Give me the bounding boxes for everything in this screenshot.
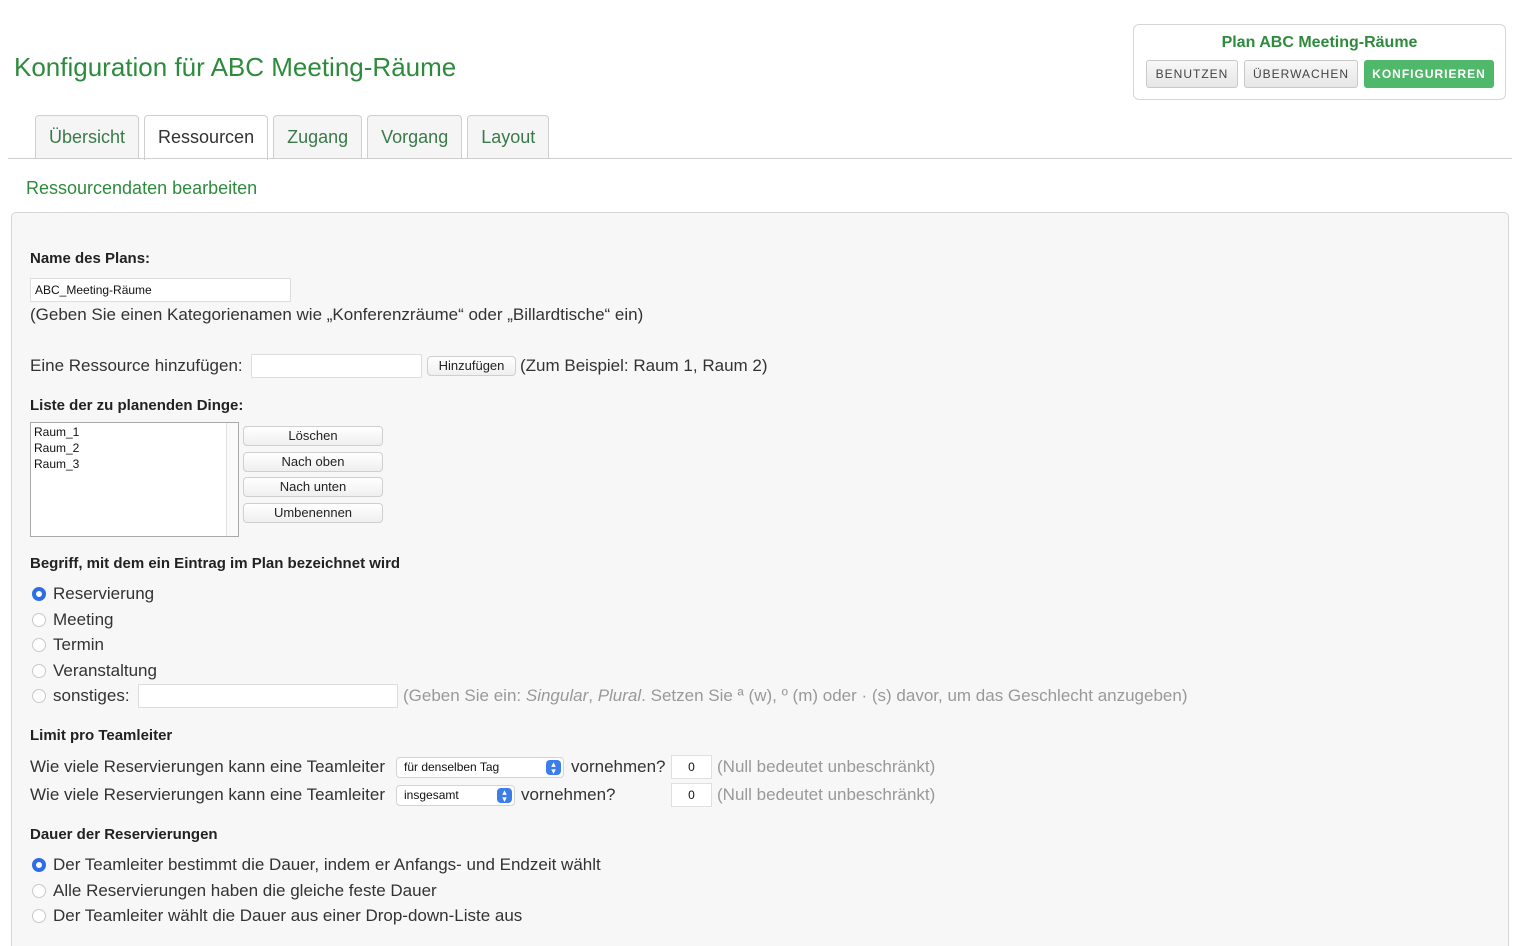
add-resource-hint: (Zum Beispiel: Raum 1, Raum 2) (520, 356, 768, 375)
duration-label: Dauer der Reservierungen (30, 826, 218, 843)
radio-label-duration-fixed: Alle Reservierungen haben die gleiche fe… (53, 881, 437, 900)
plan-mode-panel: Plan ABC Meeting-Räume BENUTZEN ÜBERWACH… (1133, 24, 1506, 100)
radio-reservierung[interactable] (32, 587, 46, 601)
limit-label: Limit pro Teamleiter (30, 727, 173, 744)
limit-day-hint: (Null bedeutet unbeschränkt) (717, 757, 936, 776)
radio-label-meeting: Meeting (53, 610, 114, 629)
resource-listbox[interactable]: Raum_1 Raum_2 Raum_3 (30, 422, 239, 537)
limit-row-day-suffix: vornehmen? (571, 757, 666, 776)
configure-mode-button[interactable]: KONFIGURIEREN (1364, 60, 1494, 88)
radio-label-reservierung: Reservierung (53, 584, 155, 603)
plan-title: Plan ABC Meeting-Räume (1221, 34, 1418, 51)
tab-ressourcen[interactable]: Ressourcen (144, 115, 269, 160)
radio-label-duration-start-end: Der Teamleiter bestimmt die Dauer, indem… (53, 855, 601, 874)
select-arrows-icon: ▴ ▾ (497, 788, 512, 804)
radio-duration-fixed[interactable] (32, 884, 46, 898)
delete-button[interactable]: Löschen (243, 426, 383, 446)
list-item[interactable]: Raum_3 (34, 456, 79, 472)
resource-list-label: Liste der zu planenden Dinge: (30, 397, 244, 414)
radio-label-duration-dropdown: Der Teamleiter wählt die Dauer aus einer… (53, 906, 523, 925)
radio-veranstaltung[interactable] (32, 664, 46, 678)
radio-label-termin: Termin (53, 635, 105, 654)
select-arrows-icon: ▴ ▾ (546, 760, 561, 776)
add-resource-button[interactable]: Hinzufügen (427, 356, 516, 376)
page-title: Konfiguration für ABC Meeting-Räume (14, 52, 457, 82)
limit-total-input[interactable]: 0 (671, 783, 712, 807)
add-resource-input[interactable] (251, 354, 422, 378)
entry-term-label: Begriff, mit dem ein Eintrag im Plan bez… (30, 555, 401, 572)
plan-name-input[interactable]: ABC_Meeting-Räume (30, 278, 291, 302)
tab-divider (8, 158, 1512, 159)
plan-name-label: Name des Plans: (30, 250, 151, 267)
list-item[interactable]: Raum_1 (34, 424, 79, 440)
tab-uebersicht[interactable]: Übersicht (35, 115, 140, 159)
limit-row-total-suffix: vornehmen? (521, 785, 616, 804)
radio-duration-dropdown[interactable] (32, 909, 46, 923)
add-resource-label: Eine Ressource hinzufügen: (30, 356, 243, 375)
other-term-hint: (Geben Sie ein: Singular, Plural. Setzen… (403, 686, 1188, 705)
limit-period-select-day[interactable]: für denselben Tag ▴ ▾ (396, 757, 564, 778)
limit-total-hint: (Null bedeutet unbeschränkt) (717, 785, 936, 804)
section-title: Ressourcendaten bearbeiten (26, 178, 258, 198)
list-item[interactable]: Raum_2 (34, 440, 79, 456)
rename-button[interactable]: Umbenennen (243, 503, 383, 523)
radio-label-veranstaltung: Veranstaltung (53, 661, 157, 680)
tab-zugang[interactable]: Zugang (273, 115, 363, 159)
limit-period-select-total[interactable]: insgesamt ▴ ▾ (396, 785, 515, 806)
limit-row-day-text: Wie viele Reservierungen kann eine Teaml… (30, 757, 385, 776)
listbox-scrollbar[interactable] (226, 423, 238, 536)
radio-label-sonstiges: sonstiges: (53, 686, 130, 705)
use-mode-button[interactable]: BENUTZEN (1146, 60, 1238, 88)
monitor-mode-button[interactable]: ÜBERWACHEN (1244, 60, 1358, 88)
radio-termin[interactable] (32, 638, 46, 652)
limit-row-total-text: Wie viele Reservierungen kann eine Teaml… (30, 785, 385, 804)
tab-layout[interactable]: Layout (467, 115, 550, 159)
limit-day-input[interactable]: 0 (671, 755, 712, 779)
plan-name-hint: (Geben Sie einen Kategorienamen wie „Kon… (30, 305, 644, 324)
other-term-input[interactable] (138, 684, 398, 708)
move-up-button[interactable]: Nach oben (243, 452, 383, 472)
radio-sonstiges[interactable] (32, 689, 46, 703)
tab-bar: Übersicht Ressourcen Zugang Vorgang Layo… (35, 115, 550, 160)
radio-duration-start-end[interactable] (32, 858, 46, 872)
tab-vorgang[interactable]: Vorgang (367, 115, 463, 159)
radio-meeting[interactable] (32, 613, 46, 627)
move-down-button[interactable]: Nach unten (243, 477, 383, 497)
